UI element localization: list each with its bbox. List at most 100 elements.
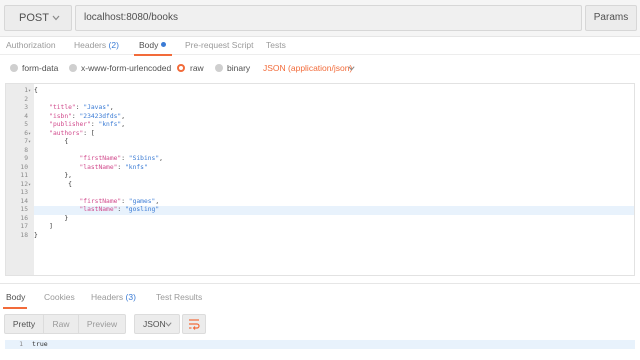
code-line: 16 } [6, 215, 634, 224]
params-button[interactable]: Params [585, 5, 637, 31]
response-format-select[interactable]: JSON [134, 314, 180, 334]
response-body-viewer[interactable]: 1 true [5, 340, 635, 360]
line-number: 6 [24, 129, 28, 137]
line-number: 3 [24, 104, 28, 111]
code-line: 7 ▾ { [6, 138, 634, 147]
code-line: 5 "publisher": "knfs", [6, 121, 634, 130]
line-number: 12 [20, 180, 28, 188]
headers-count: (2) [108, 40, 119, 50]
code-text: "publisher": "knfs", [49, 121, 126, 128]
code-line: 4 "isbn": "23423dfds", [6, 113, 634, 122]
request-bar: POST localhost:8080/books Params [0, 0, 640, 37]
tab-headers[interactable]: Headers (2) [74, 40, 119, 50]
code-text: { [34, 180, 72, 188]
code-text: "title": "Javas", [49, 104, 114, 111]
label-binary: binary [227, 63, 251, 73]
code-text: "lastName": "gosling" [34, 206, 634, 215]
tab-response-headers[interactable]: Headers (3) [91, 292, 136, 302]
code-line: 6 ▾ "authors": [ [6, 130, 634, 139]
code-text: { [34, 87, 38, 94]
code-line: 12 ▾ { [6, 181, 634, 190]
line-number: 7 [24, 138, 28, 145]
view-preview[interactable]: Preview [78, 314, 126, 334]
method-select[interactable]: POST [4, 5, 72, 31]
tab-authorization[interactable]: Authorization [6, 40, 56, 50]
request-body-editor[interactable]: 1 ▾{2 3 "title": "Javas", 4 "isbn": "23423d… [5, 83, 635, 276]
code-text: "isbn": "23423dfds", [49, 112, 126, 120]
line-number: 2 [24, 95, 28, 103]
tab-test-results[interactable]: Test Results [156, 292, 202, 302]
response-tabs: Body Cookies Headers (3) Test Results [0, 290, 640, 307]
request-tabs: Authorization Headers (2) Body Pre-reque… [0, 38, 640, 55]
active-response-tab-indicator [3, 307, 27, 309]
url-input[interactable]: localhost:8080/books [75, 5, 582, 31]
radio-binary[interactable] [215, 64, 223, 72]
line-number: 9 [24, 155, 28, 162]
line-number: 4 [24, 112, 28, 120]
line-number: 11 [20, 172, 28, 179]
tab-pre-request-script[interactable]: Pre-request Script [185, 40, 254, 50]
code-text: "firstName": "Sibins", [79, 155, 163, 162]
code-text: { [34, 138, 69, 145]
code-text: "firstName": "games", [79, 197, 160, 205]
response-headers-count: (3) [125, 292, 136, 302]
view-raw[interactable]: Raw [43, 314, 79, 334]
active-tab-indicator [134, 54, 172, 56]
line-number: 16 [20, 214, 28, 222]
radio-raw[interactable] [177, 64, 185, 72]
radio-form-data[interactable] [10, 64, 18, 72]
line-number: 5 [24, 121, 28, 128]
wrap-lines-button[interactable] [182, 314, 206, 334]
code-line: 14 "firstName": "games", [6, 198, 634, 207]
code-line: 8 [6, 147, 634, 156]
code-text: "authors": [ [49, 129, 95, 137]
code-line: 2 [6, 96, 634, 105]
code-line: 17 ] [6, 223, 634, 232]
code-line: 9 "firstName": "Sibins", [6, 155, 634, 164]
wrap-lines-icon [189, 319, 200, 330]
code-line: 3 "title": "Javas", [6, 104, 634, 113]
code-line: 11 }, [6, 172, 634, 181]
radio-x-www-form-urlencoded[interactable] [69, 64, 77, 72]
line-number: 1 [24, 87, 28, 94]
code-text: } [34, 214, 69, 222]
response-line: 1 true [5, 340, 635, 349]
tab-cookies[interactable]: Cookies [44, 292, 75, 302]
chevron-down-icon [165, 322, 172, 327]
chevron-down-icon [348, 66, 355, 71]
line-number: 17 [20, 223, 28, 230]
content-type-select[interactable]: JSON (application/json) [263, 63, 352, 73]
line-number: 14 [20, 197, 28, 205]
label-x-www-form-urlencoded: x-www-form-urlencoded [81, 63, 172, 73]
line-number: 13 [20, 189, 28, 196]
tab-tests[interactable]: Tests [266, 40, 286, 50]
response-line-number: 1 [19, 340, 23, 348]
code-line: 13 [6, 189, 634, 198]
tab-response-body[interactable]: Body [6, 292, 25, 302]
view-pretty[interactable]: Pretty [4, 314, 44, 334]
code-text: }, [34, 172, 72, 179]
response-line-text: true [32, 340, 48, 348]
line-number: 15 [20, 206, 28, 213]
chevron-down-icon [52, 15, 60, 21]
body-type-selector: form-data x-www-form-urlencoded raw bina… [0, 59, 640, 79]
code-line: 18} [6, 232, 634, 241]
label-raw: raw [190, 63, 204, 73]
code-line: 15 "lastName": "gosling" [6, 206, 634, 215]
label-form-data: form-data [22, 63, 59, 73]
code-line: 10 "lastName": "knfs" [6, 164, 634, 173]
code-text: ] [34, 223, 53, 230]
tab-body[interactable]: Body [139, 40, 167, 50]
line-number: 10 [20, 163, 28, 171]
format-label: JSON [143, 319, 166, 329]
line-number: 8 [24, 146, 28, 154]
code-text: } [34, 231, 38, 239]
code-text: "lastName": "knfs" [79, 163, 148, 171]
divider [0, 283, 640, 284]
method-label: POST [19, 12, 49, 24]
active-dot-icon [161, 42, 167, 47]
code-line: 1 ▾{ [6, 87, 634, 96]
